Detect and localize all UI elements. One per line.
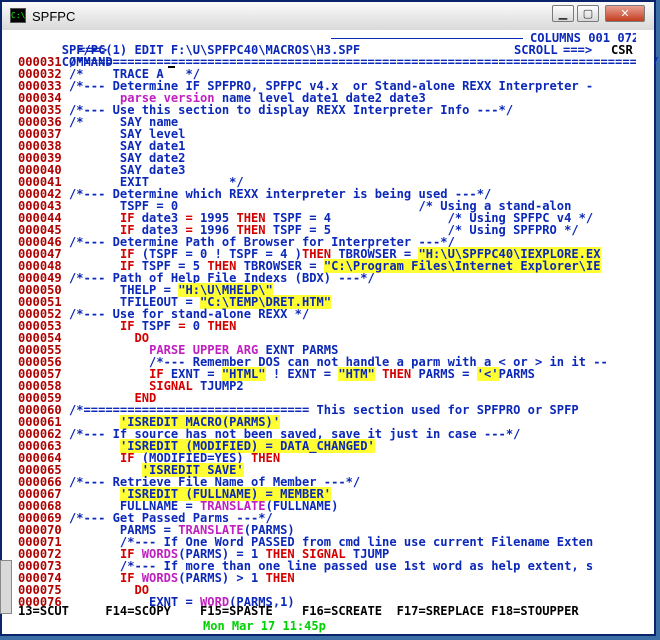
code-token: ! EXNT = bbox=[265, 367, 339, 381]
header-rule bbox=[331, 38, 523, 39]
edit-header: SPF/PC(1) EDIT F:\U\SPFPC40\MACROS\H3.SP… bbox=[18, 32, 361, 56]
code-token: TJUMP2 bbox=[192, 379, 244, 393]
maximize-icon: ▢ bbox=[582, 7, 594, 20]
code-token: THEN bbox=[207, 319, 237, 333]
background-window-edge bbox=[0, 560, 12, 614]
code-token: (FULLNAME) bbox=[265, 499, 339, 513]
code-token: 0 bbox=[185, 319, 208, 333]
minimize-icon: ▁ bbox=[558, 7, 568, 20]
terminal-icon: C:\ bbox=[10, 8, 26, 23]
window-title: SPFPC bbox=[32, 9, 76, 24]
maximize-button[interactable]: ▢ bbox=[577, 5, 599, 22]
code-token: THEN bbox=[265, 571, 295, 585]
code-token: PARMS bbox=[498, 367, 535, 381]
function-key-bar: 13=SCUT F14=SCOPY F15=SPASTE F16=SCREATE… bbox=[18, 604, 579, 618]
status-clock: Mon Mar 17 11:45p bbox=[203, 619, 326, 633]
spfpc-window: C:\ SPFPC ▁ ▢ ✕ SPF/PC(1) EDIT F:\U\SPFP… bbox=[0, 0, 659, 636]
code-token: THEN bbox=[251, 451, 281, 465]
close-button[interactable]: ✕ bbox=[605, 5, 645, 22]
code-token: (PARMS) > 1 bbox=[178, 571, 266, 585]
close-icon: ✕ bbox=[620, 7, 630, 20]
left-frame bbox=[2, 30, 18, 622]
code-token: "HTM" bbox=[338, 367, 375, 381]
code-token: '<' bbox=[476, 367, 499, 381]
minimize-button[interactable]: ▁ bbox=[552, 5, 574, 22]
editor-screen: SPF/PC(1) EDIT F:\U\SPFPC40\MACROS\H3.SP… bbox=[18, 30, 659, 633]
title-bar[interactable]: C:\ SPFPC ▁ ▢ ✕ bbox=[2, 2, 654, 31]
code-token: PARMS = bbox=[411, 367, 477, 381]
code-token: THEN bbox=[382, 367, 412, 381]
right-frame bbox=[636, 30, 654, 622]
